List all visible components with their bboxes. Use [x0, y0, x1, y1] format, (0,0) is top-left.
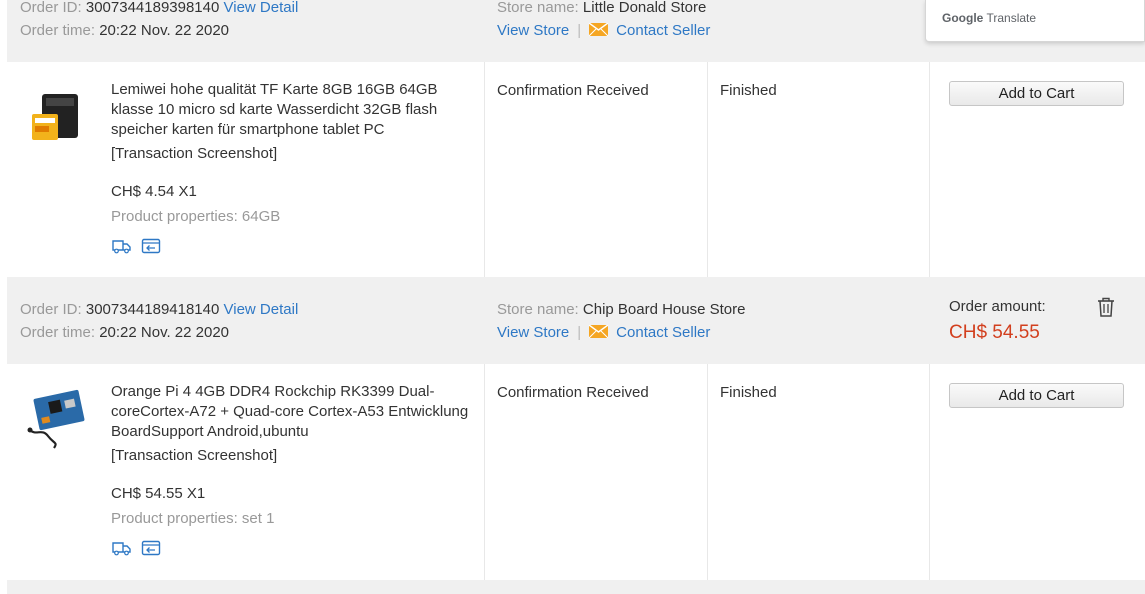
delivery-truck-icon[interactable] [111, 540, 131, 556]
product-title[interactable]: Lemiwei hohe qualität TF Karte 8GB 16GB … [111, 80, 483, 140]
transaction-screenshot-link[interactable]: [Transaction Screenshot] [111, 145, 277, 162]
mail-icon [589, 325, 609, 338]
view-store-link[interactable]: View Store [497, 22, 569, 39]
column-divider [707, 364, 708, 580]
confirmation-status: Confirmation Received [497, 384, 649, 401]
product-properties-label: Product properties: [111, 208, 238, 225]
view-detail-link[interactable]: View Detail [224, 0, 299, 16]
google-brand: Google [942, 11, 984, 25]
order-meta: Order ID: 3007344189398140 View Detail O… [20, 0, 298, 42]
column-divider [484, 364, 485, 580]
order-id-value: 3007344189418140 [85, 301, 220, 318]
product-properties-value: set 1 [241, 510, 275, 527]
store-name-value: Chip Board House Store [582, 301, 746, 318]
view-store-link[interactable]: View Store [497, 324, 569, 341]
order-status: Finished [720, 82, 777, 99]
product-properties-value: 64GB [241, 208, 281, 225]
order-id-value: 3007344189398140 [85, 0, 220, 16]
add-to-cart-button[interactable]: Add to Cart [949, 383, 1124, 408]
order-time-label: Order time: [20, 22, 96, 39]
order-time-value: 20:22 Nov. 22 2020 [99, 324, 230, 341]
translate-label: Translate [986, 11, 1037, 25]
product-price: CH$ 4.54 X1 [111, 183, 197, 200]
store-name-value: Little Donald Store [582, 0, 707, 16]
product-price: CH$ 54.55 X1 [111, 485, 206, 502]
order-id-label: Order ID: [20, 301, 82, 318]
product-properties: Product properties: set 1 [111, 510, 274, 527]
product-title[interactable]: Orange Pi 4 4GB DDR4 Rockchip RK3399 Dua… [111, 382, 483, 442]
order-amount-label: Order amount: [949, 298, 1046, 315]
delivery-truck-icon[interactable] [111, 238, 131, 254]
circuit-board-icon[interactable] [22, 384, 92, 454]
order-id-label: Order ID: [20, 0, 82, 16]
google-translate-popup[interactable]: Google Translate [925, 0, 1145, 42]
order-time-label: Order time: [20, 324, 96, 341]
next-order-header [7, 580, 1145, 594]
order-meta: Order ID: 3007344189418140 View Detail O… [20, 298, 298, 344]
store-info: Store name: Little Donald Store View Sto… [497, 0, 710, 42]
view-detail-link[interactable]: View Detail [224, 301, 299, 318]
order-status: Finished [720, 384, 777, 401]
contact-seller-link[interactable]: Contact Seller [616, 22, 710, 39]
order-item-row: Lemiwei hohe qualität TF Karte 8GB 16GB … [7, 62, 1145, 277]
return-icon[interactable] [141, 540, 161, 556]
confirmation-status: Confirmation Received [497, 82, 649, 99]
orders-page: Order ID: 3007344189398140 View Detail O… [0, 0, 1145, 594]
separator: | [577, 324, 582, 341]
contact-seller-link[interactable]: Contact Seller [616, 324, 710, 341]
mail-icon [589, 23, 609, 36]
column-divider [929, 62, 930, 277]
order-header: Order ID: 3007344189418140 View Detail O… [7, 277, 1145, 364]
column-divider [484, 62, 485, 277]
sd-card-icon[interactable] [22, 84, 92, 154]
column-divider [929, 364, 930, 580]
separator: | [577, 22, 582, 39]
store-name-label: Store name: [497, 0, 579, 16]
transaction-screenshot-link[interactable]: [Transaction Screenshot] [111, 447, 277, 464]
order-item-row: Orange Pi 4 4GB DDR4 Rockchip RK3399 Dua… [7, 364, 1145, 580]
order-time-value: 20:22 Nov. 22 2020 [99, 22, 230, 39]
trash-icon[interactable] [1097, 297, 1115, 317]
store-info: Store name: Chip Board House Store View … [497, 298, 745, 344]
google-translate-logo: Google Translate [942, 11, 1036, 25]
store-name-label: Store name: [497, 301, 579, 318]
column-divider [707, 62, 708, 277]
order-amount-value: CH$ 54.55 [949, 322, 1040, 343]
return-icon[interactable] [141, 238, 161, 254]
add-to-cart-button[interactable]: Add to Cart [949, 81, 1124, 106]
product-properties-label: Product properties: [111, 510, 238, 527]
product-properties: Product properties: 64GB [111, 208, 280, 225]
